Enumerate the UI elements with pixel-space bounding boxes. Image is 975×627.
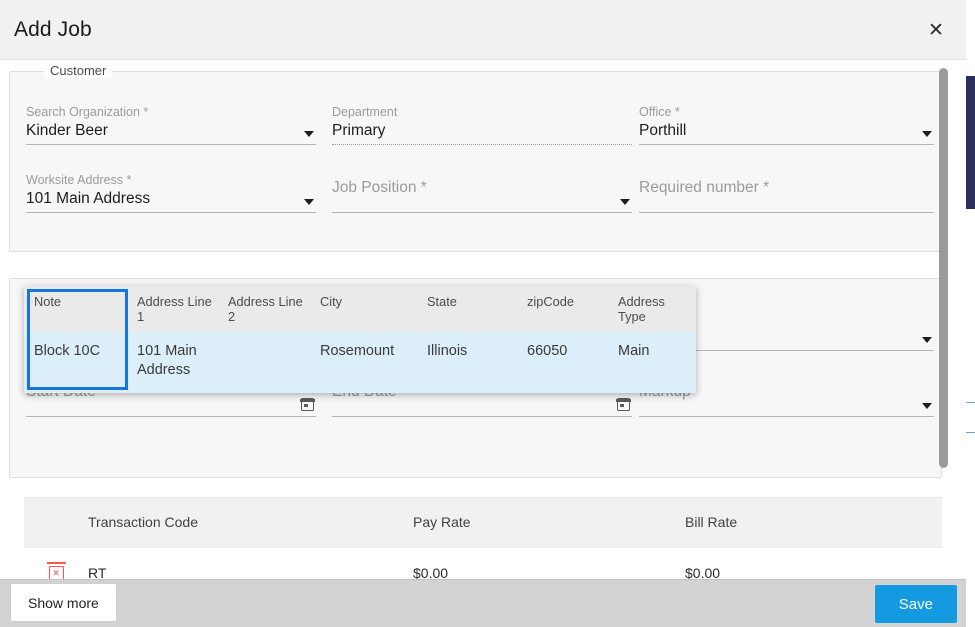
customer-section-legend: Customer [44, 63, 113, 78]
job-position-field[interactable]: Job Position * [332, 173, 632, 219]
dropdown-cell-note[interactable]: Block 10C [24, 332, 127, 393]
dropdown-cell-city: Rosemount [320, 343, 395, 359]
chevron-down-icon[interactable] [922, 131, 932, 137]
dialog-body: Customer Search Organization * Kinder Be… [0, 60, 966, 579]
required-number-placeholder: Required number * [639, 179, 770, 196]
field-underline [26, 212, 316, 213]
chevron-down-icon[interactable] [304, 199, 314, 205]
background-divider-2 [966, 432, 975, 433]
department-field: Department Primary [332, 105, 632, 151]
transaction-code-value: RT [88, 565, 107, 579]
dialog-footer: Show more Save [0, 579, 966, 627]
field-underline [332, 416, 632, 417]
calendar-icon[interactable] [300, 398, 315, 411]
field-underline [639, 144, 934, 145]
field-underline [332, 144, 632, 145]
save-button[interactable]: Save [874, 585, 957, 623]
background-divider-1 [966, 402, 975, 403]
table-row: RT $0.00 $0.00 [24, 547, 942, 579]
show-more-button[interactable]: Show more [10, 583, 117, 622]
required-number-field[interactable]: Required number * [639, 173, 934, 219]
calendar-icon[interactable] [616, 398, 631, 411]
dropdown-column-header: Address Line 2 [228, 294, 303, 324]
chevron-down-icon[interactable] [620, 199, 630, 205]
search-organization-value: Kinder Beer [26, 122, 108, 139]
delete-icon[interactable] [46, 561, 66, 579]
worksite-address-label: Worksite Address * [26, 173, 132, 187]
dropdown-cell-address-line-1: 101 Main Address [137, 343, 197, 378]
office-value: Porthill [639, 122, 687, 139]
dropdown-column-header: Address Line 1 [137, 294, 212, 324]
worksite-address-dropdown[interactable]: Note Address Line 1 Address Line 2 City … [24, 286, 696, 393]
department-label: Department [332, 105, 398, 119]
field-underline [26, 416, 316, 417]
table-header-pay-rate: Pay Rate [413, 513, 471, 530]
chevron-down-icon[interactable] [304, 131, 314, 137]
job-position-placeholder: Job Position * [332, 179, 427, 196]
table-header-bill-rate: Bill Rate [685, 513, 738, 530]
search-organization-field[interactable]: Search Organization * Kinder Beer [26, 105, 316, 151]
field-underline [639, 212, 934, 213]
chevron-down-icon[interactable] [922, 403, 932, 409]
pay-rate-value: $0.00 [413, 565, 449, 579]
transactions-table: Transaction Code Pay Rate Bill Rate RT $… [24, 497, 942, 579]
field-underline [639, 416, 934, 417]
customer-section: Customer Search Organization * Kinder Be… [9, 63, 942, 252]
dialog-scrollbar[interactable] [939, 60, 958, 579]
search-organization-label: Search Organization * [26, 105, 149, 119]
table-header-transaction-code: Transaction Code [88, 513, 198, 530]
office-field[interactable]: Office * Porthill [639, 105, 934, 151]
worksite-address-value: 101 Main Address [26, 190, 151, 207]
bill-rate-value: $0.00 [685, 565, 721, 579]
dropdown-column-header: zipCode [527, 294, 574, 309]
department-value: Primary [332, 122, 386, 139]
table-header-row: Transaction Code Pay Rate Bill Rate [24, 498, 942, 547]
field-underline [332, 212, 632, 213]
dropdown-cell-state: Illinois [427, 343, 468, 359]
dropdown-cell-address-line-2 [218, 332, 310, 393]
dropdown-column-header: State [427, 294, 457, 309]
field-underline [26, 144, 316, 145]
dropdown-column-header: Address Type [618, 294, 665, 324]
add-job-dialog: Add Job ✕ Customer Search Organization *… [0, 0, 966, 627]
dropdown-option-row[interactable]: Block 10C 101 Main Address Rosemount Ill… [24, 332, 696, 393]
dropdown-cell-address-type: Main [618, 343, 650, 359]
dropdown-header-row: Note Address Line 1 Address Line 2 City … [24, 286, 696, 332]
dropdown-column-header: City [320, 294, 343, 309]
background-page-strip [966, 0, 975, 627]
office-label: Office * [639, 105, 680, 119]
worksite-address-field[interactable]: Worksite Address * 101 Main Address [26, 173, 316, 219]
close-icon[interactable]: ✕ [920, 14, 952, 46]
dropdown-column-header: Note [34, 294, 62, 309]
dialog-header: Add Job ✕ [0, 0, 966, 60]
background-panel [966, 76, 975, 209]
dialog-scrollbar-thumb[interactable] [939, 68, 948, 468]
dropdown-cell-zipcode: 66050 [527, 343, 568, 359]
chevron-down-icon[interactable] [922, 337, 932, 343]
add-job-modal-screen: Add Job ✕ Customer Search Organization *… [0, 0, 975, 627]
page-title: Add Job [14, 18, 92, 41]
